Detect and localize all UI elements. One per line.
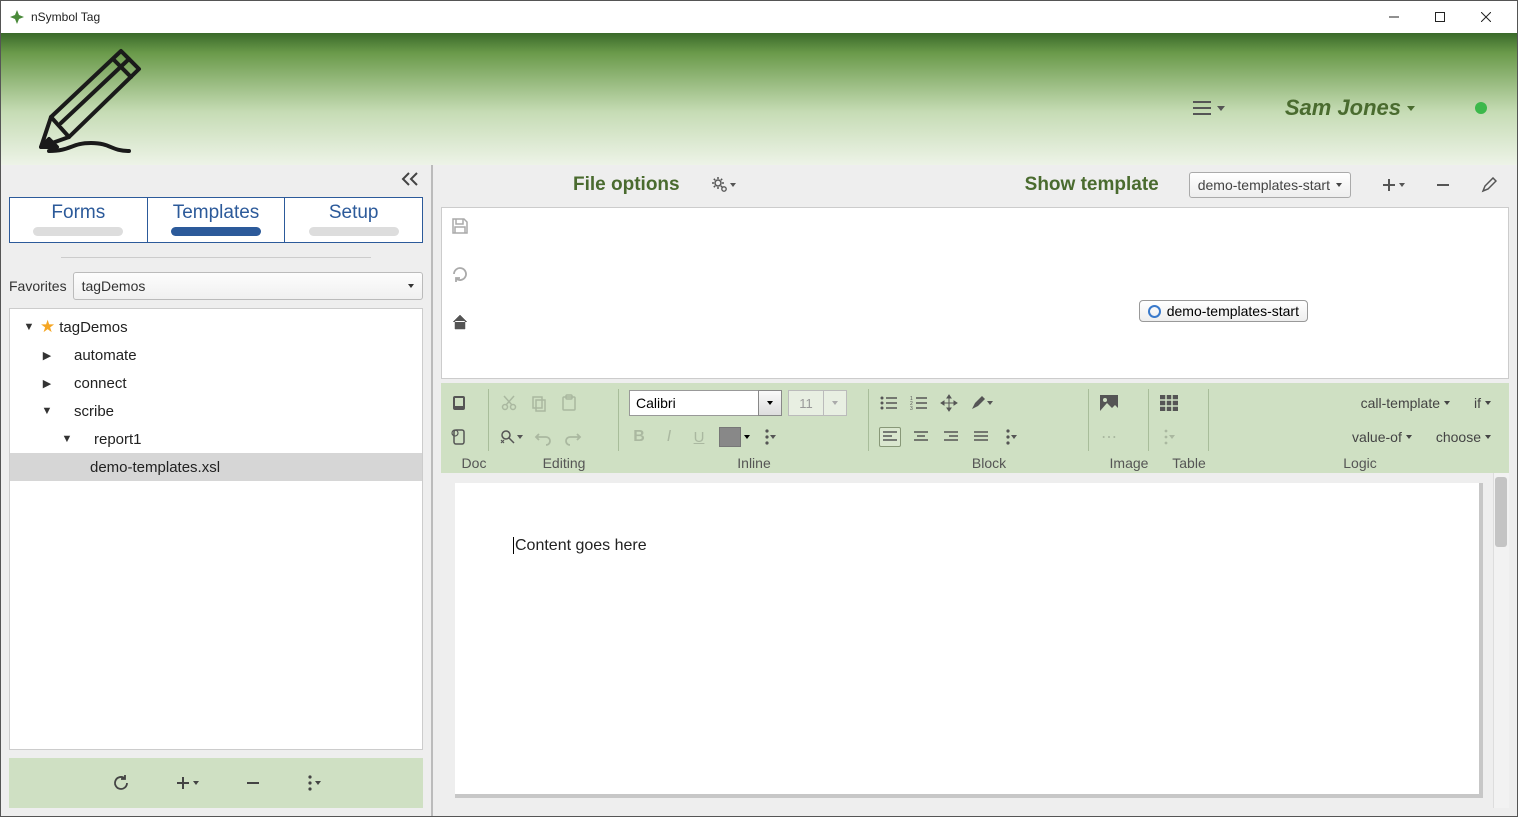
save-icon[interactable]: [450, 216, 470, 236]
home-icon[interactable]: [450, 312, 470, 332]
status-indicator: [1475, 102, 1487, 114]
italic-icon[interactable]: I: [659, 427, 679, 447]
remove-button[interactable]: [243, 773, 263, 793]
image-more-icon[interactable]: ⋯: [1099, 427, 1119, 447]
choose-button[interactable]: choose: [1436, 429, 1491, 445]
breadcrumb-area: demo-templates-start: [441, 207, 1509, 379]
window-title: nSymbol Tag: [31, 10, 100, 24]
find-replace-icon[interactable]: [499, 427, 523, 447]
number-list-icon[interactable]: 123: [909, 393, 929, 413]
tree-root[interactable]: ▼★ tagDemos: [10, 313, 422, 341]
align-center-icon[interactable]: [911, 427, 931, 447]
text-color-icon[interactable]: [719, 427, 741, 447]
ribbon-label-doc: Doc: [449, 455, 499, 471]
tree-item-connect[interactable]: ▶ connect: [10, 369, 422, 397]
favorites-label: Favorites: [9, 278, 67, 294]
document-area: Content goes here: [441, 473, 1509, 808]
device-settings-icon[interactable]: [449, 427, 469, 447]
menu-button[interactable]: [1193, 100, 1225, 116]
table-more-icon[interactable]: [1159, 427, 1179, 447]
more-button[interactable]: [307, 774, 321, 792]
close-button[interactable]: [1463, 1, 1509, 33]
editor-panel: File options Show template demo-template…: [433, 165, 1517, 816]
pencil-logo-icon: [21, 39, 151, 159]
app-icon: [9, 9, 25, 25]
maximize-button[interactable]: [1417, 1, 1463, 33]
move-icon[interactable]: [939, 393, 959, 413]
bold-icon[interactable]: B: [629, 427, 649, 447]
inline-more-icon[interactable]: [760, 427, 780, 447]
edit-template-button[interactable]: [1481, 177, 1497, 193]
ring-icon: [1148, 305, 1161, 318]
template-select[interactable]: demo-templates-start: [1189, 172, 1351, 198]
device-icon[interactable]: [449, 393, 469, 413]
scrollbar-thumb[interactable]: [1495, 477, 1507, 547]
sidebar-tabs: Forms Templates Setup: [9, 197, 423, 243]
text-color-dropdown[interactable]: [744, 435, 750, 439]
align-justify-icon[interactable]: [971, 427, 991, 447]
ribbon-label-image: Image: [1099, 455, 1159, 471]
refresh-icon[interactable]: [111, 773, 131, 793]
font-select[interactable]: Calibri: [629, 390, 759, 416]
ribbon-label-inline: Inline: [629, 455, 879, 471]
call-template-button[interactable]: call-template: [1361, 395, 1450, 411]
value-of-button[interactable]: value-of: [1352, 429, 1412, 445]
align-left-icon[interactable]: [879, 427, 901, 447]
svg-text:3: 3: [910, 406, 913, 411]
tree-item-report1[interactable]: ▼ report1: [10, 425, 422, 453]
tab-forms[interactable]: Forms: [10, 198, 148, 242]
user-menu[interactable]: Sam Jones: [1285, 95, 1415, 121]
tab-templates[interactable]: Templates: [148, 198, 286, 242]
chevron-down-icon: [408, 284, 414, 288]
font-size-select[interactable]: 11: [788, 390, 824, 416]
underline-icon[interactable]: U: [689, 427, 709, 447]
paste-icon[interactable]: [559, 393, 579, 413]
tree-item-leaf[interactable]: demo-templates.xsl: [10, 453, 422, 481]
font-size-dropdown[interactable]: [823, 390, 847, 416]
if-button[interactable]: if: [1474, 395, 1491, 411]
header-band: Sam Jones: [1, 33, 1517, 165]
ribbon-label-editing: Editing: [499, 455, 629, 471]
add-button[interactable]: [175, 775, 199, 791]
document-content: Content goes here: [513, 537, 647, 554]
ribbon-label-block: Block: [879, 455, 1099, 471]
collapse-sidebar-icon[interactable]: [401, 172, 419, 191]
show-template-label: Show template: [1025, 174, 1159, 196]
star-icon: ★: [40, 317, 55, 337]
ribbon-label-logic: Logic: [1219, 455, 1501, 471]
sidebar: Forms Templates Setup Favorites tagDemos…: [1, 165, 433, 816]
image-icon[interactable]: [1099, 393, 1119, 413]
template-chip[interactable]: demo-templates-start: [1139, 300, 1308, 322]
bullet-list-icon[interactable]: [879, 393, 899, 413]
highlighter-icon[interactable]: [969, 393, 993, 413]
minimize-button[interactable]: [1371, 1, 1417, 33]
remove-template-button[interactable]: [1435, 177, 1451, 193]
chevron-down-icon: [1336, 183, 1342, 187]
main-toolbar: File options Show template demo-template…: [433, 165, 1517, 205]
titlebar: nSymbol Tag: [1, 1, 1517, 33]
undo-icon[interactable]: [533, 427, 553, 447]
sidebar-toolbar: [9, 758, 423, 808]
add-template-button[interactable]: [1381, 177, 1405, 193]
redo-icon[interactable]: [563, 427, 583, 447]
file-options-label: File options: [573, 174, 680, 196]
reload-icon[interactable]: [450, 264, 470, 284]
scrollbar[interactable]: [1493, 473, 1509, 808]
cut-icon[interactable]: [499, 393, 519, 413]
file-options-button[interactable]: [710, 175, 736, 195]
font-dropdown[interactable]: [758, 390, 782, 416]
block-more-icon[interactable]: [1001, 427, 1021, 447]
tree-item-automate[interactable]: ▶ automate: [10, 341, 422, 369]
tab-setup[interactable]: Setup: [285, 198, 422, 242]
tree-item-scribe[interactable]: ▼ scribe: [10, 397, 422, 425]
document-page[interactable]: Content goes here: [455, 483, 1483, 798]
ribbon-label-table: Table: [1159, 455, 1219, 471]
table-icon[interactable]: [1159, 393, 1179, 413]
copy-icon[interactable]: [529, 393, 549, 413]
file-tree: ▼★ tagDemos ▶ automate ▶ connect ▼ scrib…: [9, 308, 423, 750]
user-name-label: Sam Jones: [1285, 95, 1401, 121]
align-right-icon[interactable]: [941, 427, 961, 447]
favorites-select[interactable]: tagDemos: [73, 272, 423, 300]
ribbon: Calibri 11 B I U: [441, 383, 1509, 473]
